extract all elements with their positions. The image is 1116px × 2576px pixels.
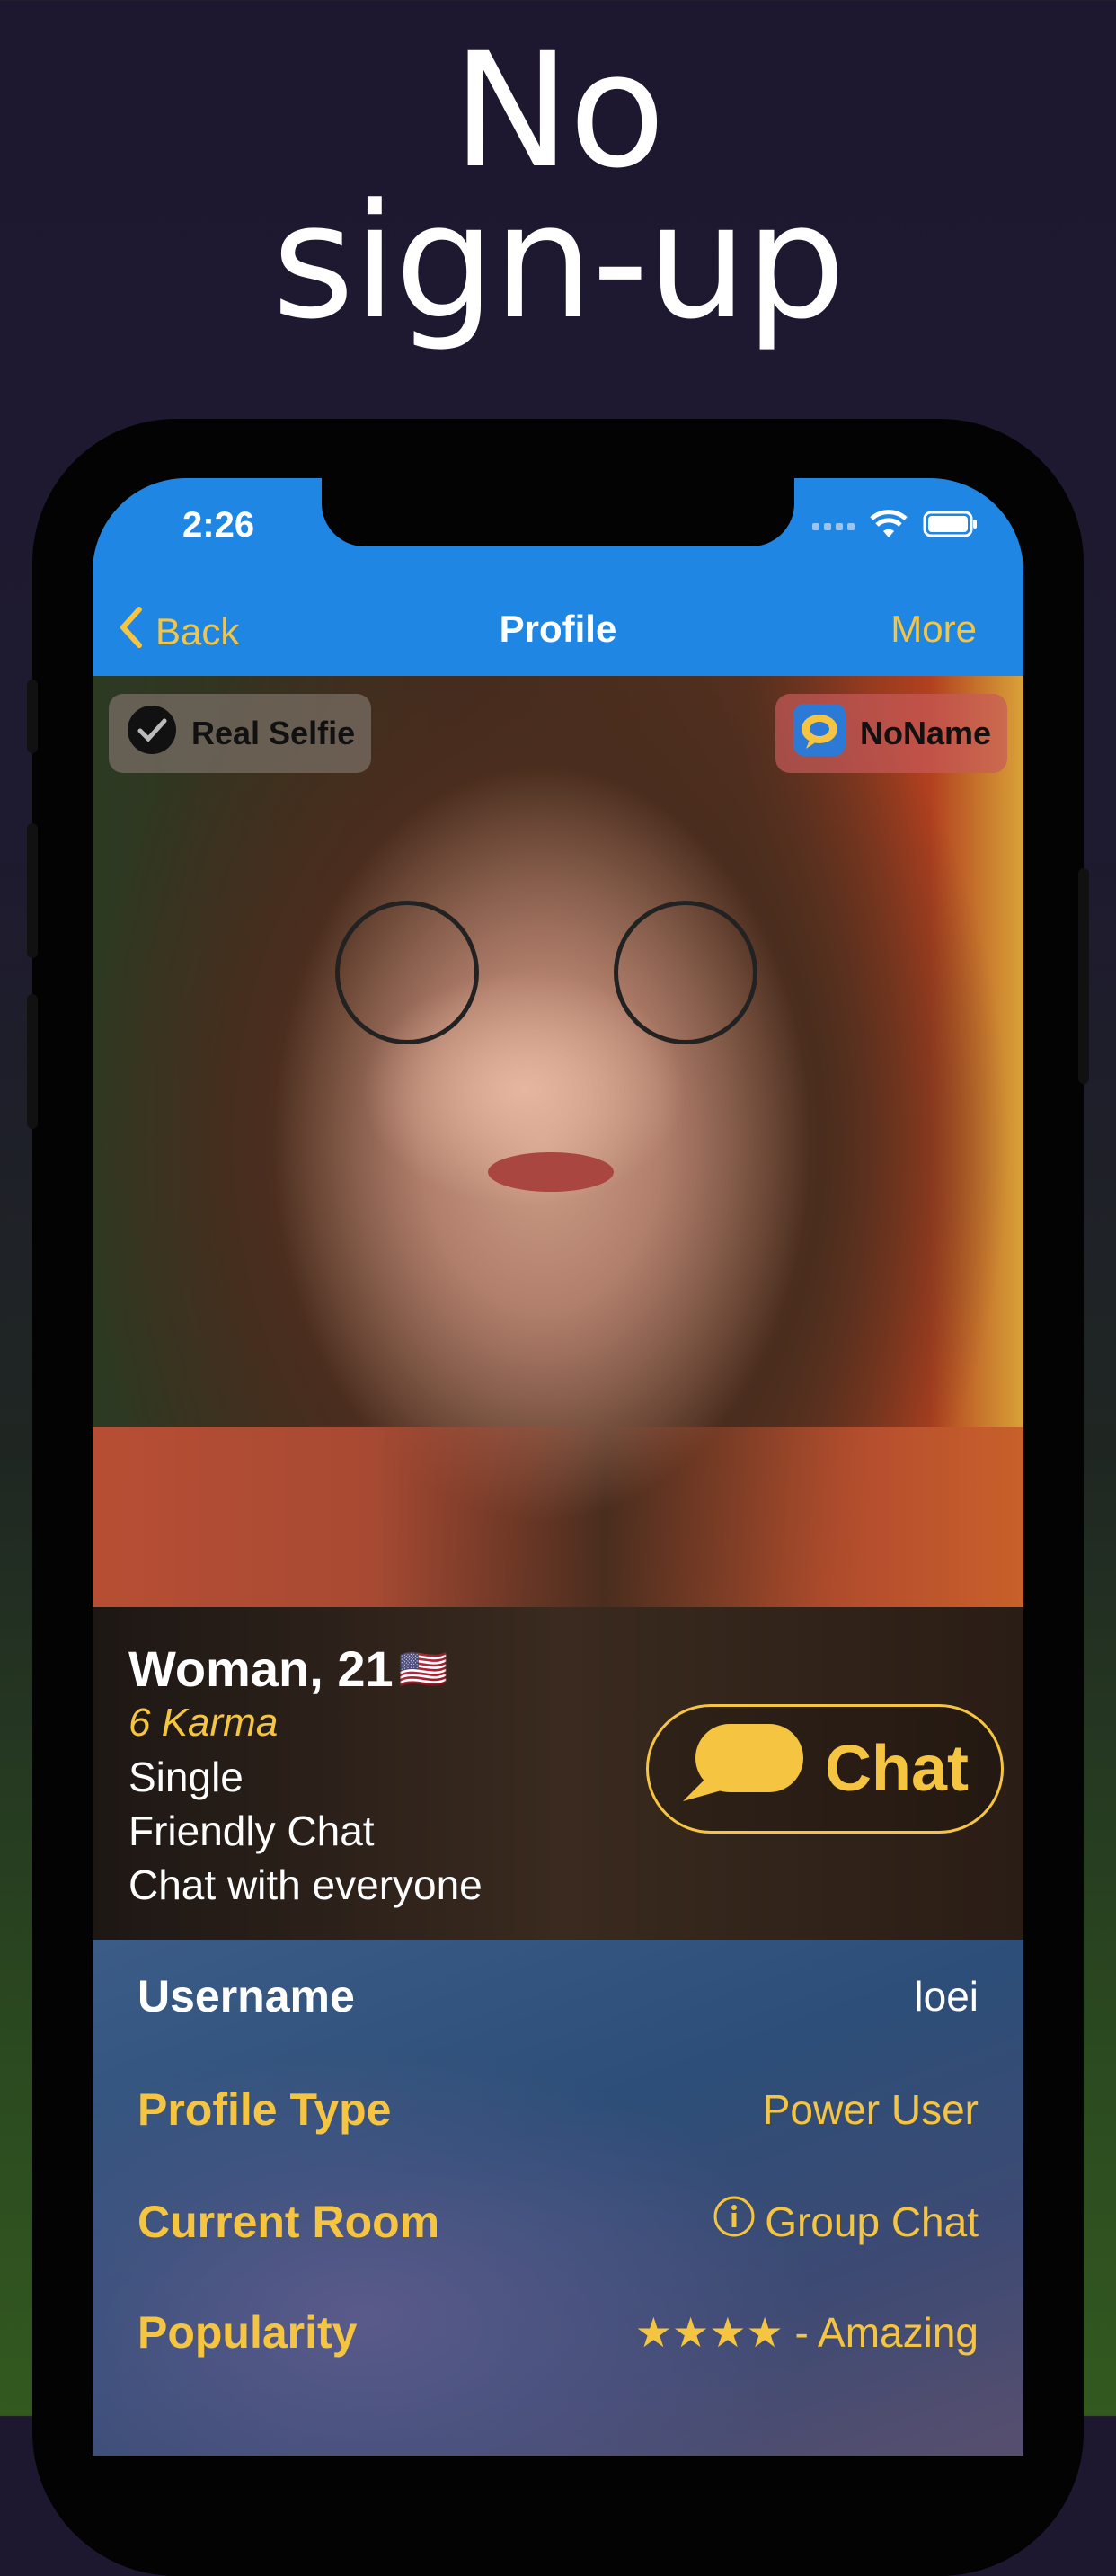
glasses-left-lens [335, 901, 479, 1044]
profile-title: Woman, 21 🇺🇸 [128, 1639, 447, 1698]
noname-app-icon [792, 702, 847, 766]
username-label: Username [137, 1971, 355, 2021]
profile-type-row: Profile Type Power User [137, 2083, 979, 2136]
mute-switch [27, 680, 38, 753]
current-room-row[interactable]: Current Room Group Chat [137, 2195, 979, 2248]
status-icons [812, 509, 979, 544]
real-selfie-badge[interactable]: Real Selfie [109, 694, 372, 773]
profile-summary: Woman, 21 🇺🇸 6 Karma Single Friendly Cha… [93, 1607, 1023, 1940]
battery-icon [923, 510, 979, 543]
current-room-value-wrap: Group Chat [713, 2195, 979, 2248]
username-row: Username loei [137, 1970, 979, 2022]
status-time: 2:26 [182, 505, 255, 545]
current-room-value: Group Chat [765, 2198, 979, 2245]
popularity-value: ★★★★ - Amazing [634, 2309, 979, 2356]
profile-photo[interactable]: Real Selfie NoName [93, 676, 1023, 1607]
cellular-signal-icon [812, 522, 855, 530]
back-label: Back [155, 610, 240, 653]
profile-type-value: Power User [762, 2086, 979, 2133]
karma-count: 6 Karma [128, 1701, 279, 1745]
relationship-status: Single [128, 1754, 244, 1800]
more-button[interactable]: More [890, 608, 977, 651]
chat-button[interactable]: Chat [646, 1704, 1004, 1834]
wifi-icon [869, 509, 908, 544]
back-button[interactable]: Back [120, 606, 239, 658]
power-button [1078, 868, 1089, 1084]
info-icon [713, 2195, 756, 2248]
profile-type-label: Profile Type [137, 2084, 392, 2135]
real-selfie-label: Real Selfie [191, 715, 356, 751]
speech-bubble-icon [681, 1720, 807, 1818]
username-value: loei [914, 1973, 979, 2020]
noname-badge[interactable]: NoName [775, 694, 1007, 773]
glasses-right-lens [614, 901, 757, 1044]
gender-age: Woman, 21 [128, 1640, 394, 1697]
chat-button-label: Chat [825, 1733, 969, 1805]
verified-check-icon [125, 703, 179, 765]
notch [322, 478, 794, 546]
navigation-bar: Back Profile More [93, 586, 1023, 676]
volume-up-button [27, 823, 38, 958]
lips [488, 1152, 614, 1192]
noname-label: NoName [859, 715, 991, 751]
popularity-label: Popularity [137, 2307, 358, 2358]
us-flag-icon: 🇺🇸 [398, 1647, 448, 1692]
phone-screen: 2:26 Back Profile More Real Selfie NoNam… [93, 478, 1023, 2456]
chat-preference: Friendly Chat [128, 1808, 375, 1854]
volume-down-button [27, 994, 38, 1129]
shirt [93, 1427, 1023, 1607]
profile-details: Username loei Profile Type Power User Cu… [93, 1940, 1023, 2456]
current-room-label: Current Room [137, 2196, 440, 2247]
chat-audience: Chat with everyone [128, 1861, 483, 1908]
hero-title: No sign-up [271, 19, 846, 354]
chevron-left-icon [120, 606, 143, 658]
popularity-row: Popularity ★★★★ - Amazing [137, 2306, 979, 2358]
